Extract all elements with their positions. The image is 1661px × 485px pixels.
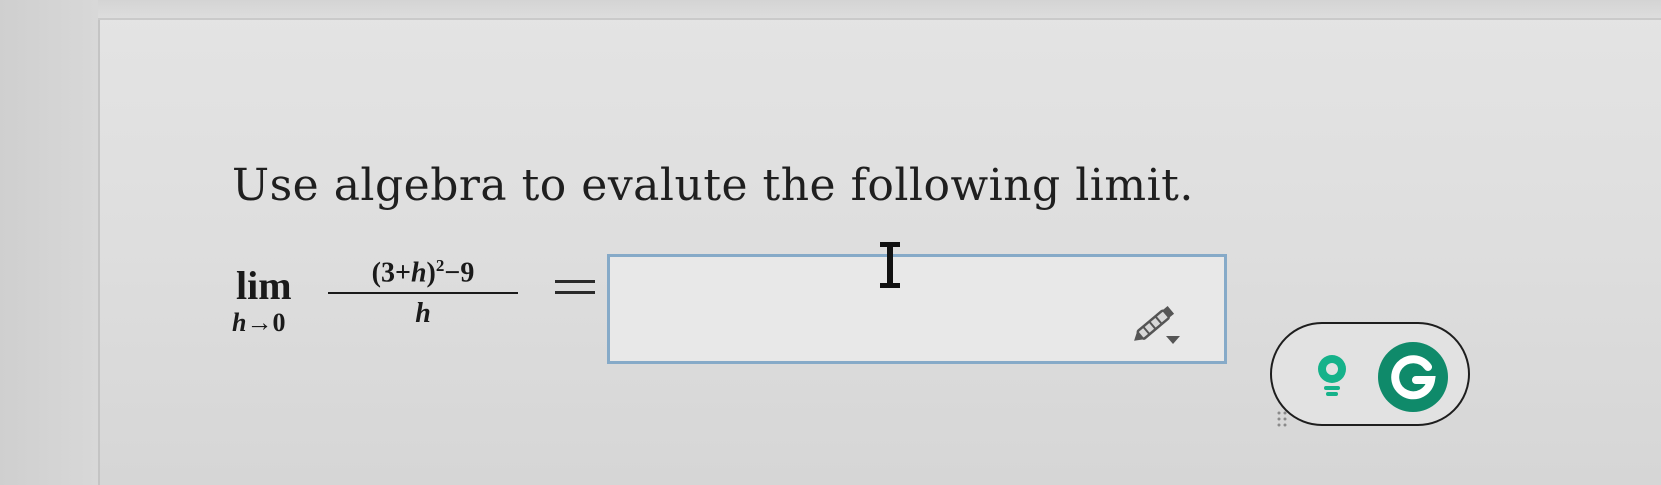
bezel-top [98,0,1661,18]
grammarly-widget[interactable] [1270,322,1470,426]
limit-subscript: h→0 [232,308,285,338]
fraction-bar [328,292,518,295]
text-cursor-icon [880,242,900,288]
bezel-top-edge [98,18,1661,20]
fraction-numerator: (3+h)2−9 [328,256,518,289]
lightbulb-icon[interactable] [1312,352,1352,398]
limit-variable: h [232,308,247,337]
pencil-icon[interactable] [1130,302,1182,346]
bezel-left-edge [98,0,100,485]
fraction-denominator: h [415,298,431,330]
question-text: Use algebra to evalute the following lim… [232,160,1194,211]
numerator-close: ) [426,257,436,289]
grammarly-icon[interactable] [1376,340,1450,414]
fraction: (3+h)2−9 h [328,256,518,330]
equals-sign [555,278,595,296]
bezel-left [0,0,98,485]
limit-arrow: → [246,308,273,337]
limit-operator: lim [236,263,292,308]
limit-approaches: 0 [272,308,286,337]
numerator-variable: h [410,257,427,289]
resize-grip-icon[interactable] [1276,410,1288,428]
numerator-tail: −9 [444,257,475,289]
numerator-base: (3+ [371,257,411,289]
